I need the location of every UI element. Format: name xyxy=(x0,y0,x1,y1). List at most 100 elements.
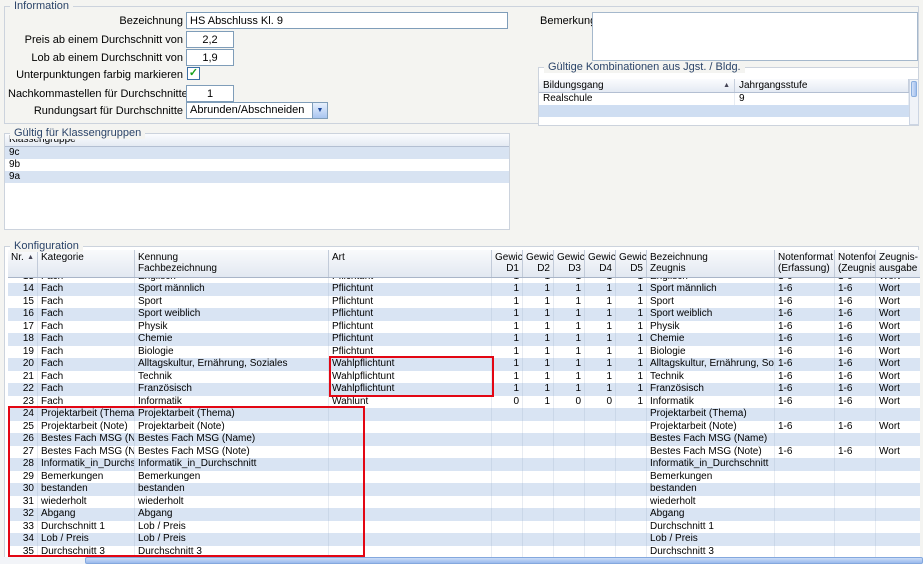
cell-aus: Wort xyxy=(876,396,920,409)
nachkommastellen-input[interactable] xyxy=(186,85,234,102)
cell-d3 xyxy=(554,421,585,434)
config-row-25[interactable]: 25Projektarbeit (Note)Projektarbeit (Not… xyxy=(8,421,920,434)
config-row-24[interactable]: 24Projektarbeit (Thema)Projektarbeit (Th… xyxy=(8,408,920,421)
cell-d2 xyxy=(523,421,554,434)
column-header-kategorie[interactable]: Kategorie xyxy=(38,250,135,277)
cell-art: Wahlpflichtunt xyxy=(329,371,492,384)
kombination-row[interactable]: Realschule9 xyxy=(539,93,909,105)
config-row-28[interactable]: 28Informatik_in_DurchschnittInformatik_i… xyxy=(8,458,920,471)
config-row-17[interactable]: 17FachPhysikPflichtunt11111Physik1-61-6W… xyxy=(8,321,920,334)
config-row-34[interactable]: 34Lob / PreisLob / PreisLob / Preis xyxy=(8,533,920,546)
column-header-d5[interactable]: GewichtD5 xyxy=(616,250,647,277)
config-row-15[interactable]: 15FachSportPflichtunt11111Sport1-61-6Wor… xyxy=(8,296,920,309)
cell-d4 xyxy=(585,471,616,484)
config-row-27[interactable]: 27Bestes Fach MSG (Note)Bestes Fach MSG … xyxy=(8,446,920,459)
cell-bez: Bestes Fach MSG (Note) xyxy=(647,446,775,459)
column-header-bez[interactable]: BezeichnungZeugnis xyxy=(647,250,775,277)
cell-nfd xyxy=(835,408,876,421)
lob-input[interactable] xyxy=(186,49,234,66)
cell-d2 xyxy=(523,533,554,546)
preis-input[interactable] xyxy=(186,31,234,48)
config-row-33[interactable]: 33Durchschnitt 1Lob / PreisDurchschnitt … xyxy=(8,521,920,534)
config-row-23[interactable]: 23FachInformatikWahlunt01001Informatik1-… xyxy=(8,396,920,409)
cell-d4 xyxy=(585,446,616,459)
cell-kategorie: Fach xyxy=(38,346,135,359)
cell-bez: Sport xyxy=(647,296,775,309)
kombinationen-scrollbar[interactable] xyxy=(909,79,919,125)
column-header-d1[interactable]: GewichtD1 xyxy=(492,250,523,277)
column-header-d4[interactable]: GewichtD4 xyxy=(585,250,616,277)
cell-d1 xyxy=(492,433,523,446)
horizontal-scrollbar[interactable] xyxy=(0,557,923,564)
cell-bez: Sport männlich xyxy=(647,283,775,296)
config-row-20[interactable]: 20FachAlltagskultur, Ernährung, Soziales… xyxy=(8,358,920,371)
config-row-26[interactable]: 26Bestes Fach MSG (Name)Bestes Fach MSG … xyxy=(8,433,920,446)
cell-art xyxy=(329,408,492,421)
cell-d3 xyxy=(554,496,585,509)
cell-nfd xyxy=(835,533,876,546)
cell-nfd xyxy=(835,496,876,509)
config-row-14[interactable]: 14FachSport männlichPflichtunt11111Sport… xyxy=(8,283,920,296)
cell-nfe: 1-6 xyxy=(775,283,835,296)
column-header-kennung[interactable]: KennungFachbezeichnung xyxy=(135,250,329,277)
column-header-aus[interactable]: Zeugnis-ausgabe xyxy=(876,250,920,277)
config-row-29[interactable]: 29BemerkungenBemerkungenBemerkungen xyxy=(8,471,920,484)
cell-bez: Sport weiblich xyxy=(647,308,775,321)
cell-d2: 1 xyxy=(523,358,554,371)
cell-kennung: Sport weiblich xyxy=(135,308,329,321)
cell-nfe xyxy=(775,521,835,534)
konfiguration-grid-header: Nr.▲KategorieKennungFachbezeichnungArtGe… xyxy=(8,250,920,278)
config-row-16[interactable]: 16FachSport weiblichPflichtunt11111Sport… xyxy=(8,308,920,321)
klassengruppe-row[interactable]: 9a xyxy=(5,171,509,183)
cell-d2: 1 xyxy=(523,321,554,334)
column-header-d3[interactable]: GewichtD3 xyxy=(554,250,585,277)
column-header-nfe[interactable]: Notenformat(Erfassung) xyxy=(775,250,835,277)
cell-d1: 1 xyxy=(492,383,523,396)
config-row-30[interactable]: 30bestandenbestandenbestanden xyxy=(8,483,920,496)
unterpunktungen-checkbox[interactable]: ✓ xyxy=(187,67,200,80)
cell-bez: Physik xyxy=(647,321,775,334)
column-header-d2[interactable]: GewichtD2 xyxy=(523,250,554,277)
config-row-32[interactable]: 32AbgangAbgangAbgang xyxy=(8,508,920,521)
cell-d2 xyxy=(523,496,554,509)
cell-d4 xyxy=(585,408,616,421)
config-row-18[interactable]: 18FachChemiePflichtunt11111Chemie1-61-6W… xyxy=(8,333,920,346)
column-header-art[interactable]: Art xyxy=(329,250,492,277)
column-label: GewichtD4 xyxy=(588,252,612,274)
config-row-19[interactable]: 19FachBiologiePflichtunt11111Biologie1-6… xyxy=(8,346,920,359)
cell-d2 xyxy=(523,433,554,446)
chevron-down-icon[interactable]: ▼ xyxy=(312,103,327,118)
cell-d5: 1 xyxy=(616,308,647,321)
kombination-empty-row[interactable] xyxy=(539,105,909,117)
cell-d5 xyxy=(616,508,647,521)
cell-kennung: Physik xyxy=(135,321,329,334)
cell-bez: Informatik xyxy=(647,396,775,409)
config-row-22[interactable]: 22FachFranzösischWahlpflichtunt11111Fran… xyxy=(8,383,920,396)
cell-d3 xyxy=(554,433,585,446)
cell-d2 xyxy=(523,483,554,496)
cell-nfd: 1-6 xyxy=(835,396,876,409)
scrollbar-thumb[interactable] xyxy=(85,557,923,564)
rundungsart-select[interactable]: Abrunden/Abschneiden ▼ xyxy=(186,102,328,119)
cell-nr: 34 xyxy=(8,533,38,546)
scrollbar-thumb[interactable] xyxy=(911,81,917,97)
bezeichnung-input[interactable] xyxy=(186,12,508,29)
klassengruppen-body: 9c9b9a xyxy=(5,147,509,183)
column-header-nfd[interactable]: Notenformat(Zeugnisdruck) xyxy=(835,250,876,277)
bemerkung-textarea[interactable] xyxy=(592,12,918,61)
bezeichnung-label: Bezeichnung xyxy=(8,15,183,28)
cell-d5 xyxy=(616,408,647,421)
cell-d4: 1 xyxy=(585,371,616,384)
config-row-31[interactable]: 31wiederholtwiederholtwiederholt xyxy=(8,496,920,509)
config-row-21[interactable]: 21FachTechnikWahlpflichtunt11111Technik1… xyxy=(8,371,920,384)
cell-nr: 23 xyxy=(8,396,38,409)
klassengruppe-row[interactable]: 9b xyxy=(5,159,509,171)
column-header-nr[interactable]: Nr.▲ xyxy=(8,250,38,277)
column-header-bildungsgang[interactable]: Bildungsgang ▲ xyxy=(539,79,735,92)
cell-nr: 29 xyxy=(8,471,38,484)
cell-kennung: Abgang xyxy=(135,508,329,521)
cell-d3 xyxy=(554,446,585,459)
cell-d2: 1 xyxy=(523,371,554,384)
klassengruppe-row[interactable]: 9c xyxy=(5,147,509,159)
column-header-jahrgangsstufe[interactable]: Jahrgangsstufe xyxy=(735,79,909,92)
